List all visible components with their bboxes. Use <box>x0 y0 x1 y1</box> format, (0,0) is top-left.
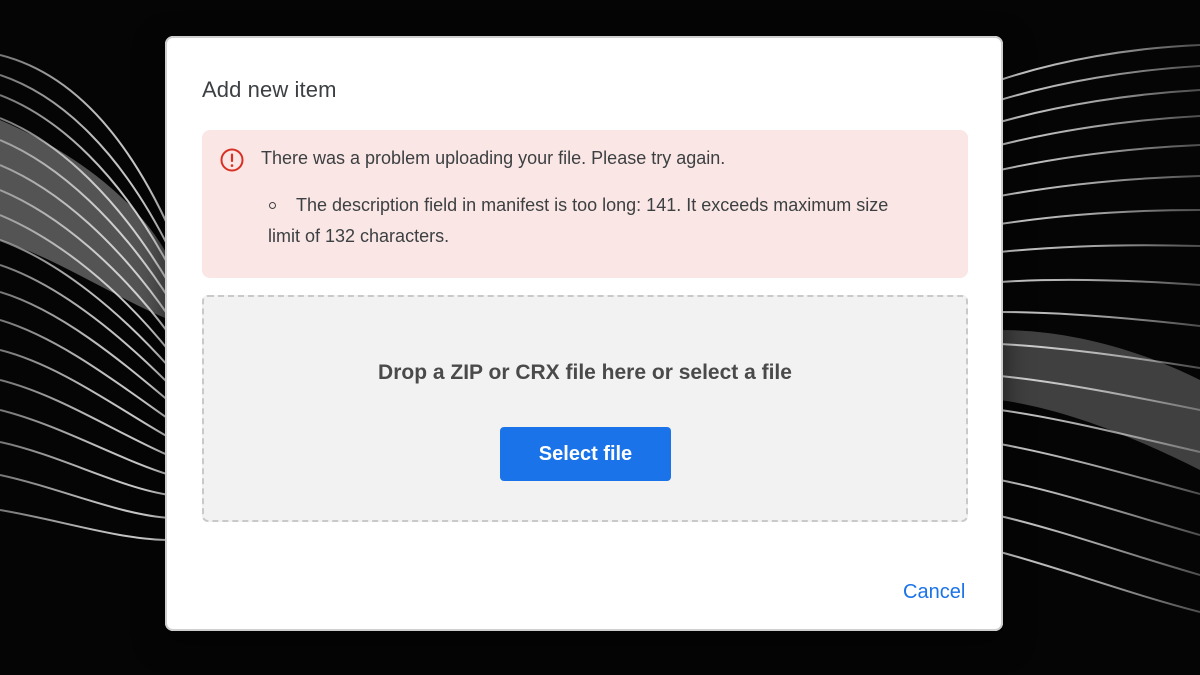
error-heading: There was a problem uploading your file.… <box>261 148 726 168</box>
hollow-bullet-icon <box>269 202 276 209</box>
screen: Add new item There was a problem uploadi… <box>0 0 1200 675</box>
error-detail-text: The description field in manifest is too… <box>268 195 889 246</box>
dialog-title: Add new item <box>202 77 337 102</box>
error-detail-item: The description field in manifest is too… <box>268 190 908 252</box>
upload-error-banner: There was a problem uploading your file.… <box>202 130 968 278</box>
dropzone-prompt: Drop a ZIP or CRX file here or select a … <box>378 361 792 384</box>
cancel-button[interactable]: Cancel <box>895 577 973 608</box>
file-dropzone[interactable]: Drop a ZIP or CRX file here or select a … <box>202 295 968 522</box>
error-details-list: The description field in manifest is too… <box>268 190 908 252</box>
select-file-button[interactable]: Select file <box>500 427 671 481</box>
add-new-item-dialog: Add new item There was a problem uploadi… <box>165 36 1003 631</box>
error-circle-icon <box>220 148 244 172</box>
